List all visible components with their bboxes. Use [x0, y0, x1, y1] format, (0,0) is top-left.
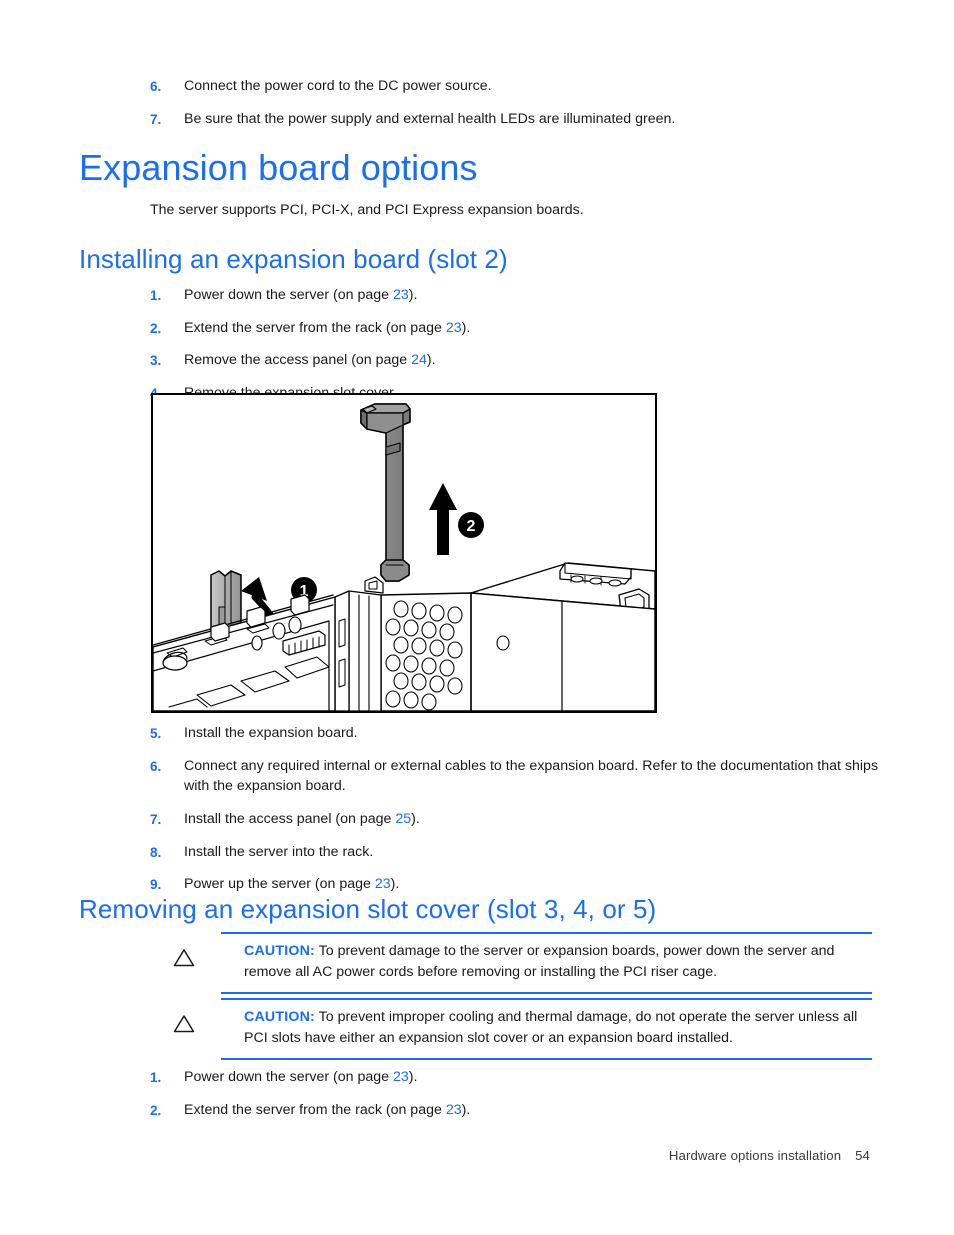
list-item-number: 5. — [150, 726, 162, 741]
page-reference[interactable]: 23 — [393, 1069, 409, 1085]
list-item-text: Extend the server from the rack (on page… — [184, 1101, 471, 1118]
list-item-text: Extend the server from the rack (on page… — [184, 319, 471, 336]
list-item-text: Power up the server (on page 23). — [184, 876, 400, 893]
list-item-number: 2. — [150, 1102, 162, 1118]
section-heading-removing: Removing an expansion slot cover (slot 3… — [79, 894, 657, 924]
server-chassis: 1 — [153, 562, 655, 711]
list-item: 6. Connect any required internal or exte… — [150, 756, 890, 797]
footer-chapter: Hardware options installation — [668, 1148, 842, 1163]
list-item: 1. Power down the server (on page 23). — [150, 1067, 890, 1088]
list-item-number: 9. — [150, 877, 162, 893]
page-title: Expansion board options — [79, 147, 478, 188]
document-page: 6. Connect the power cord to the DC powe… — [0, 0, 954, 1235]
list-item-text: Connect the power cord to the DC power s… — [184, 78, 492, 94]
caution-label: CAUTION: — [244, 1009, 315, 1025]
removing-steps-list: 1. Power down the server (on page 23). 2… — [150, 1067, 890, 1132]
callout-badge-2-label: 2 — [467, 518, 476, 535]
list-item: 2. Extend the server from the rack (on p… — [150, 1100, 890, 1121]
list-item-text: Install the access panel (on page 25). — [184, 810, 420, 827]
list-item: 2. Extend the server from the rack (on p… — [150, 318, 890, 339]
caution-label: CAUTION: — [244, 943, 315, 959]
list-item: 1. Power down the server (on page 23). — [150, 285, 890, 306]
caution-rule-bottom — [221, 991, 872, 994]
continued-step-list: 6. Connect the power cord to the DC powe… — [150, 76, 890, 141]
list-item-number: 8. — [150, 844, 162, 860]
intro-paragraph: The server supports PCI, PCI-X, and PCI … — [150, 202, 584, 218]
list-item-text: Remove the access panel (on page 24). — [184, 352, 436, 369]
page-reference[interactable]: 23 — [375, 876, 391, 892]
list-item: 3. Remove the access panel (on page 24). — [150, 350, 890, 371]
list-item: 6. Connect the power cord to the DC powe… — [150, 76, 890, 97]
list-item-number: 1. — [150, 1070, 162, 1085]
page-reference[interactable]: 25 — [395, 811, 411, 827]
caution-triangle-icon — [150, 941, 244, 967]
page-reference[interactable]: 24 — [411, 352, 427, 368]
list-item-number: 1. — [150, 288, 162, 303]
list-item-text: Power down the server (on page 23). — [184, 1069, 418, 1085]
expansion-slot-cover-removed — [360, 403, 411, 582]
caution-text: CAUTION: To prevent damage to the server… — [244, 941, 872, 984]
list-item: 5. Install the expansion board. — [150, 723, 890, 744]
caution-body: To prevent improper cooling and thermal … — [244, 1009, 858, 1047]
list-item-text: Install the server into the rack. — [184, 843, 374, 860]
section-heading-installing: Installing an expansion board (slot 2) — [79, 244, 508, 274]
list-item-number: 2. — [150, 320, 162, 336]
install-steps-list-bottom: 5. Install the expansion board. 6. Conne… — [150, 723, 890, 907]
callout-arrow-2 — [429, 483, 457, 555]
list-item: 9. Power up the server (on page 23). — [150, 874, 890, 895]
list-item-number: 6. — [150, 79, 162, 94]
list-item-number: 6. — [150, 758, 162, 774]
figure-illustration: 2 1 — [153, 403, 655, 711]
caution-block-1: CAUTION: To prevent damage to the server… — [150, 932, 872, 994]
caution-body: To prevent damage to the server or expan… — [244, 943, 835, 981]
page-reference[interactable]: 23 — [446, 320, 462, 336]
caution-text: CAUTION: To prevent improper cooling and… — [244, 1007, 872, 1050]
figure-expansion-slot-cover-removal: 2 1 — [151, 393, 657, 713]
caution-block-2: CAUTION: To prevent improper cooling and… — [150, 998, 872, 1060]
footer-page-number: 54 — [855, 1148, 870, 1163]
list-item-number: 7. — [150, 111, 162, 127]
list-item-text: Be sure that the power supply and extern… — [184, 110, 676, 127]
list-item-text: Power down the server (on page 23). — [184, 287, 418, 303]
page-reference[interactable]: 23 — [393, 287, 409, 303]
callout-badge-2: 2 — [458, 512, 484, 538]
list-item-number: 3. — [150, 353, 162, 369]
list-item: 7. Be sure that the power supply and ext… — [150, 109, 890, 130]
caution-triangle-icon — [150, 1007, 244, 1033]
caution-rule-bottom — [221, 1057, 872, 1060]
list-item-text: Install the expansion board. — [184, 725, 358, 741]
list-item-text: Connect any required internal or externa… — [184, 757, 879, 795]
list-item: 7. Install the access panel (on page 25)… — [150, 809, 890, 830]
list-item: 8. Install the server into the rack. — [150, 842, 890, 863]
page-footer: Hardware options installation 54 — [669, 1148, 870, 1163]
list-item-number: 7. — [150, 811, 162, 827]
page-reference[interactable]: 23 — [446, 1102, 462, 1118]
